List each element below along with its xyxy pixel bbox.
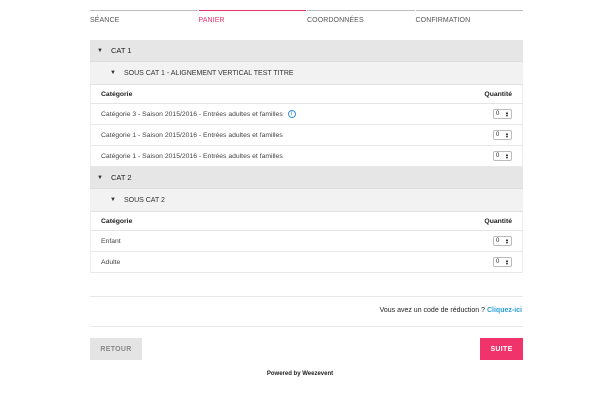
table-row: Enfant 0 ▲ ▼ <box>90 231 523 252</box>
collapse-triangle-icon: ▼ <box>110 197 116 203</box>
category-header-cat2[interactable]: ▼ CAT 2 <box>90 167 523 189</box>
progress-steps: SÉANCE PANIER COORDONNÉES CONFIRMATION <box>90 10 523 24</box>
stepper-arrows-icon: ▲ ▼ <box>505 110 509 118</box>
stepper-arrows-icon: ▲ ▼ <box>505 237 509 245</box>
collapse-triangle-icon: ▼ <box>97 174 103 181</box>
subcategory-header-cat2[interactable]: ▼ SOUS CAT 2 <box>90 189 523 212</box>
divider <box>90 326 523 327</box>
stepper-arrows-icon: ▲ ▼ <box>505 131 509 139</box>
step-confirmation: CONFIRMATION <box>415 10 523 24</box>
step-coordonnees: COORDONNÉES <box>307 10 415 24</box>
cart-panel: ▼ CAT 1 ▼ SOUS CAT 1 - ALIGNEMENT VERTIC… <box>90 40 523 273</box>
ticket-label: Catégorie 1 - Saison 2015/2016 - Entrées… <box>101 131 283 139</box>
promo-code-prompt: Vous avez un code de réduction ? Cliquez… <box>380 307 522 314</box>
quantity-select[interactable]: 0 ▲ ▼ <box>493 236 512 246</box>
stepper-arrows-icon: ▲ ▼ <box>505 152 509 160</box>
column-quantity: Quantité <box>484 90 512 98</box>
ticket-label: Enfant <box>101 237 121 245</box>
category-title: CAT 2 <box>110 173 132 182</box>
info-icon[interactable]: i <box>287 110 296 118</box>
back-button[interactable]: RETOUR <box>90 338 142 360</box>
quantity-select[interactable]: 0 ▲ ▼ <box>493 130 512 140</box>
ticket-label: Adulte <box>101 258 121 266</box>
subcategory-header-cat1[interactable]: ▼ SOUS CAT 1 - ALIGNEMENT VERTICAL TEST … <box>90 62 523 85</box>
category-header-cat1[interactable]: ▼ CAT 1 <box>90 40 523 62</box>
table-row: Catégorie 1 - Saison 2015/2016 - Entrées… <box>90 146 523 167</box>
promo-text: Vous avez un code de réduction ? <box>379 307 486 314</box>
column-quantity: Quantité <box>484 217 512 225</box>
table-row: Catégorie 1 - Saison 2015/2016 - Entrées… <box>90 125 523 146</box>
subcategory-title: SOUS CAT 1 - ALIGNEMENT VERTICAL TEST TI… <box>123 69 294 77</box>
divider <box>90 296 523 297</box>
collapse-triangle-icon: ▼ <box>110 70 116 76</box>
stepper-arrows-icon: ▲ ▼ <box>505 258 509 266</box>
table-row: Adulte 0 ▲ ▼ <box>90 252 523 273</box>
quantity-select[interactable]: 0 ▲ ▼ <box>493 151 512 161</box>
ticket-label: Catégorie 3 - Saison 2015/2016 - Entrées… <box>101 110 283 118</box>
powered-by-footer: Powered by Weezevent <box>266 371 334 377</box>
promo-link[interactable]: Cliquez-ici <box>487 307 522 314</box>
next-button[interactable]: SUITE <box>480 338 523 360</box>
column-category: Catégorie <box>101 217 133 225</box>
column-category: Catégorie <box>101 90 133 98</box>
table-row: Catégorie 3 - Saison 2015/2016 - Entrées… <box>90 104 523 125</box>
step-panier: PANIER <box>198 10 306 24</box>
ticket-label: Catégorie 1 - Saison 2015/2016 - Entrées… <box>101 152 283 160</box>
quantity-select[interactable]: 0 ▲ ▼ <box>493 257 512 267</box>
quantity-select[interactable]: 0 ▲ ▼ <box>493 109 512 119</box>
collapse-triangle-icon: ▼ <box>97 47 103 54</box>
category-title: CAT 1 <box>110 46 132 55</box>
step-seance: SÉANCE <box>90 10 198 24</box>
table-header: Catégorie Quantité <box>90 212 523 231</box>
table-header: Catégorie Quantité <box>90 85 523 104</box>
subcategory-title: SOUS CAT 2 <box>123 196 165 204</box>
